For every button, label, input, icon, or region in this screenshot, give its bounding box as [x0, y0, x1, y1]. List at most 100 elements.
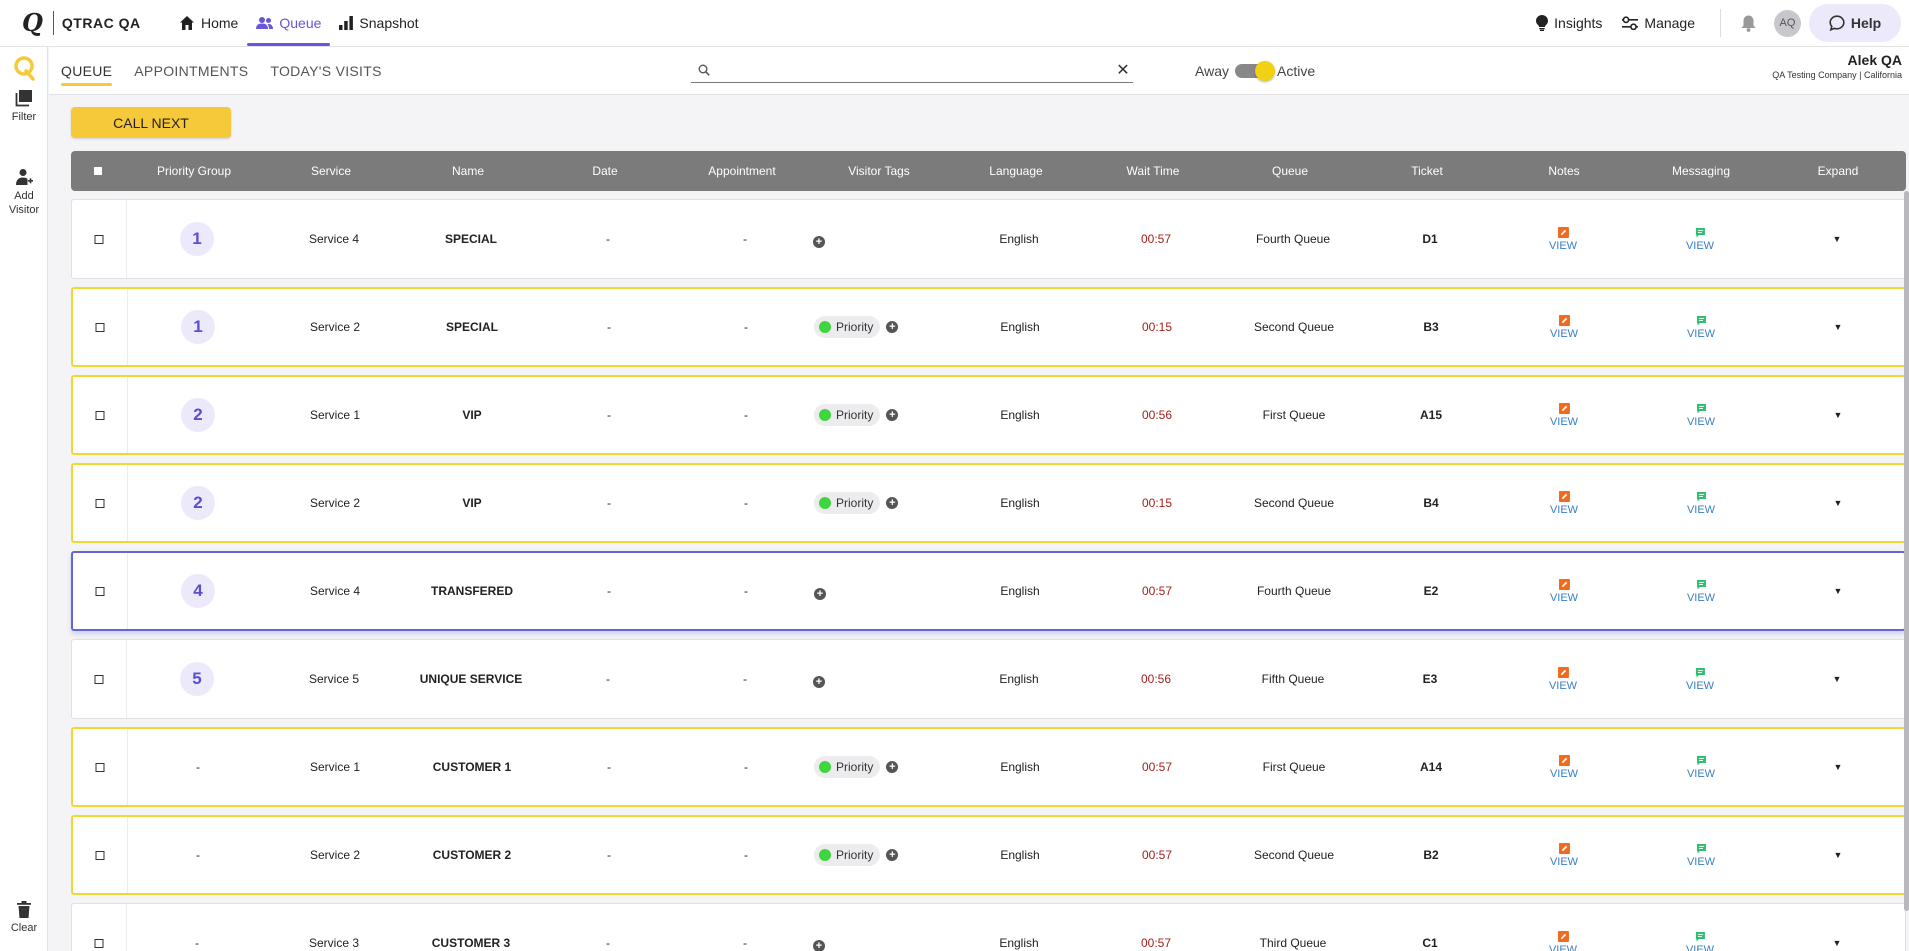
notes-cell[interactable]: VIEW: [1550, 377, 1578, 453]
column-priority-group[interactable]: Priority Group: [157, 151, 231, 191]
priority-tag[interactable]: Priority: [814, 492, 881, 514]
notifications-button[interactable]: [1741, 15, 1756, 32]
tab-queue[interactable]: QUEUE: [61, 47, 113, 94]
add-tag-icon[interactable]: +: [886, 409, 899, 421]
row-checkbox[interactable]: [94, 938, 104, 948]
messaging-cell[interactable]: VIEW: [1686, 640, 1714, 718]
search-clear-button[interactable]: ✕: [1113, 60, 1133, 80]
table-row[interactable]: 2 Service 1 VIP - - Priority + English 00:56 Firs…: [71, 375, 1906, 455]
notes-cell[interactable]: VIEW: [1550, 465, 1578, 541]
search-input[interactable]: [718, 62, 1113, 77]
row-checkbox[interactable]: [94, 674, 104, 684]
add-tag-icon[interactable]: +: [813, 236, 825, 248]
expand-row-icon[interactable]: ▼: [1834, 377, 1843, 453]
expand-row-icon[interactable]: ▼: [1834, 289, 1843, 365]
messaging-view-link[interactable]: VIEW: [1686, 240, 1714, 252]
notes-view-link[interactable]: VIEW: [1549, 944, 1577, 951]
messaging-view-link[interactable]: VIEW: [1687, 768, 1715, 780]
row-checkbox[interactable]: [95, 762, 105, 772]
column-date[interactable]: Date: [592, 151, 617, 191]
notes-view-link[interactable]: VIEW: [1549, 240, 1577, 252]
table-row[interactable]: - Service 1 CUSTOMER 1 - - Priority + English 00…: [71, 727, 1906, 807]
messaging-view-link[interactable]: VIEW: [1686, 680, 1714, 692]
add-tag-icon[interactable]: +: [886, 321, 899, 333]
notes-cell[interactable]: VIEW: [1550, 729, 1578, 805]
priority-tag[interactable]: Priority: [814, 844, 881, 866]
filter-button[interactable]: Filter: [0, 89, 48, 124]
notes-view-link[interactable]: VIEW: [1550, 504, 1578, 516]
expand-row-icon[interactable]: ▼: [1834, 729, 1843, 805]
table-row[interactable]: - Service 3 CUSTOMER 3 - - + English 00:57 Third…: [71, 903, 1906, 951]
column-service[interactable]: Service: [311, 151, 351, 191]
column-visitor-tags[interactable]: Visitor Tags: [848, 151, 910, 191]
column-ticket[interactable]: Ticket: [1411, 151, 1443, 191]
row-checkbox[interactable]: [95, 850, 105, 860]
expand-row-icon[interactable]: ▼: [1833, 904, 1842, 951]
messaging-cell[interactable]: VIEW: [1687, 817, 1715, 893]
table-row[interactable]: 5 Service 5 UNIQUE SERVICE - - + English 00:56 F…: [71, 639, 1906, 719]
table-row[interactable]: 1 Service 4 SPECIAL - - + English 00:57 Fourth Q…: [71, 199, 1906, 279]
messaging-view-link[interactable]: VIEW: [1686, 944, 1714, 951]
table-row[interactable]: - Service 2 CUSTOMER 2 - - Priority + English 00…: [71, 815, 1906, 895]
select-all-checkbox[interactable]: [94, 151, 102, 191]
manage-button[interactable]: Manage: [1622, 15, 1695, 31]
expand-row-icon[interactable]: ▼: [1833, 640, 1842, 718]
row-checkbox[interactable]: [95, 322, 105, 332]
messaging-cell[interactable]: VIEW: [1686, 904, 1714, 951]
notes-view-link[interactable]: VIEW: [1549, 680, 1577, 692]
notes-cell[interactable]: VIEW: [1550, 289, 1578, 365]
nav-snapshot[interactable]: Snapshot: [330, 0, 427, 46]
notes-view-link[interactable]: VIEW: [1550, 328, 1578, 340]
table-row[interactable]: 1 Service 2 SPECIAL - - Priority + English 00:15…: [71, 287, 1906, 367]
notes-view-link[interactable]: VIEW: [1550, 592, 1578, 604]
messaging-cell[interactable]: VIEW: [1687, 553, 1715, 629]
messaging-cell[interactable]: VIEW: [1686, 200, 1714, 278]
notes-cell[interactable]: VIEW: [1550, 817, 1578, 893]
notes-cell[interactable]: VIEW: [1549, 640, 1577, 718]
notes-cell[interactable]: VIEW: [1550, 553, 1578, 629]
expand-row-icon[interactable]: ▼: [1834, 465, 1843, 541]
avatar[interactable]: AQ: [1774, 9, 1801, 37]
priority-tag[interactable]: Priority: [814, 404, 881, 426]
add-tag-icon[interactable]: +: [886, 497, 899, 509]
table-row[interactable]: 2 Service 2 VIP - - Priority + English 00:15 Seco…: [71, 463, 1906, 543]
table-scrollbar[interactable]: [1904, 191, 1909, 911]
add-tag-icon[interactable]: +: [813, 676, 825, 688]
column-queue[interactable]: Queue: [1272, 151, 1308, 191]
expand-row-icon[interactable]: ▼: [1834, 553, 1843, 629]
column-messaging[interactable]: Messaging: [1672, 151, 1730, 191]
messaging-view-link[interactable]: VIEW: [1687, 856, 1715, 868]
add-tag-icon[interactable]: +: [886, 849, 899, 861]
notes-view-link[interactable]: VIEW: [1550, 856, 1578, 868]
add-tag-icon[interactable]: +: [886, 761, 899, 773]
row-checkbox[interactable]: [95, 586, 105, 596]
row-checkbox[interactable]: [95, 498, 105, 508]
row-checkbox[interactable]: [95, 410, 105, 420]
nav-queue[interactable]: Queue: [247, 0, 331, 46]
priority-tag[interactable]: Priority: [814, 316, 881, 338]
expand-row-icon[interactable]: ▼: [1834, 817, 1843, 893]
messaging-view-link[interactable]: VIEW: [1687, 504, 1715, 516]
notes-view-link[interactable]: VIEW: [1550, 768, 1578, 780]
column-appointment[interactable]: Appointment: [708, 151, 775, 191]
messaging-cell[interactable]: VIEW: [1687, 465, 1715, 541]
notes-view-link[interactable]: VIEW: [1550, 416, 1578, 428]
table-row[interactable]: 4 Service 4 TRANSFERED - - + English 00:57 Fourt…: [71, 551, 1906, 631]
expand-row-icon[interactable]: ▼: [1833, 200, 1842, 278]
column-notes[interactable]: Notes: [1548, 151, 1579, 191]
notes-cell[interactable]: VIEW: [1549, 904, 1577, 951]
tab-appointments[interactable]: APPOINTMENTS: [134, 47, 248, 94]
messaging-cell[interactable]: VIEW: [1687, 729, 1715, 805]
nav-home[interactable]: Home: [170, 0, 247, 46]
column-wait-time[interactable]: Wait Time: [1127, 151, 1180, 191]
availability-toggle[interactable]: [1234, 61, 1275, 81]
insights-button[interactable]: Insights: [1536, 15, 1602, 31]
help-button[interactable]: Help: [1809, 4, 1901, 42]
column-name[interactable]: Name: [452, 151, 484, 191]
messaging-view-link[interactable]: VIEW: [1687, 592, 1715, 604]
call-next-button[interactable]: CALL NEXT: [71, 107, 231, 138]
brand-logo[interactable]: Q QTRAC QA: [22, 10, 141, 36]
tab-todays-visits[interactable]: TODAY'S VISITS: [270, 47, 381, 94]
priority-tag[interactable]: Priority: [814, 756, 881, 778]
messaging-cell[interactable]: VIEW: [1687, 289, 1715, 365]
